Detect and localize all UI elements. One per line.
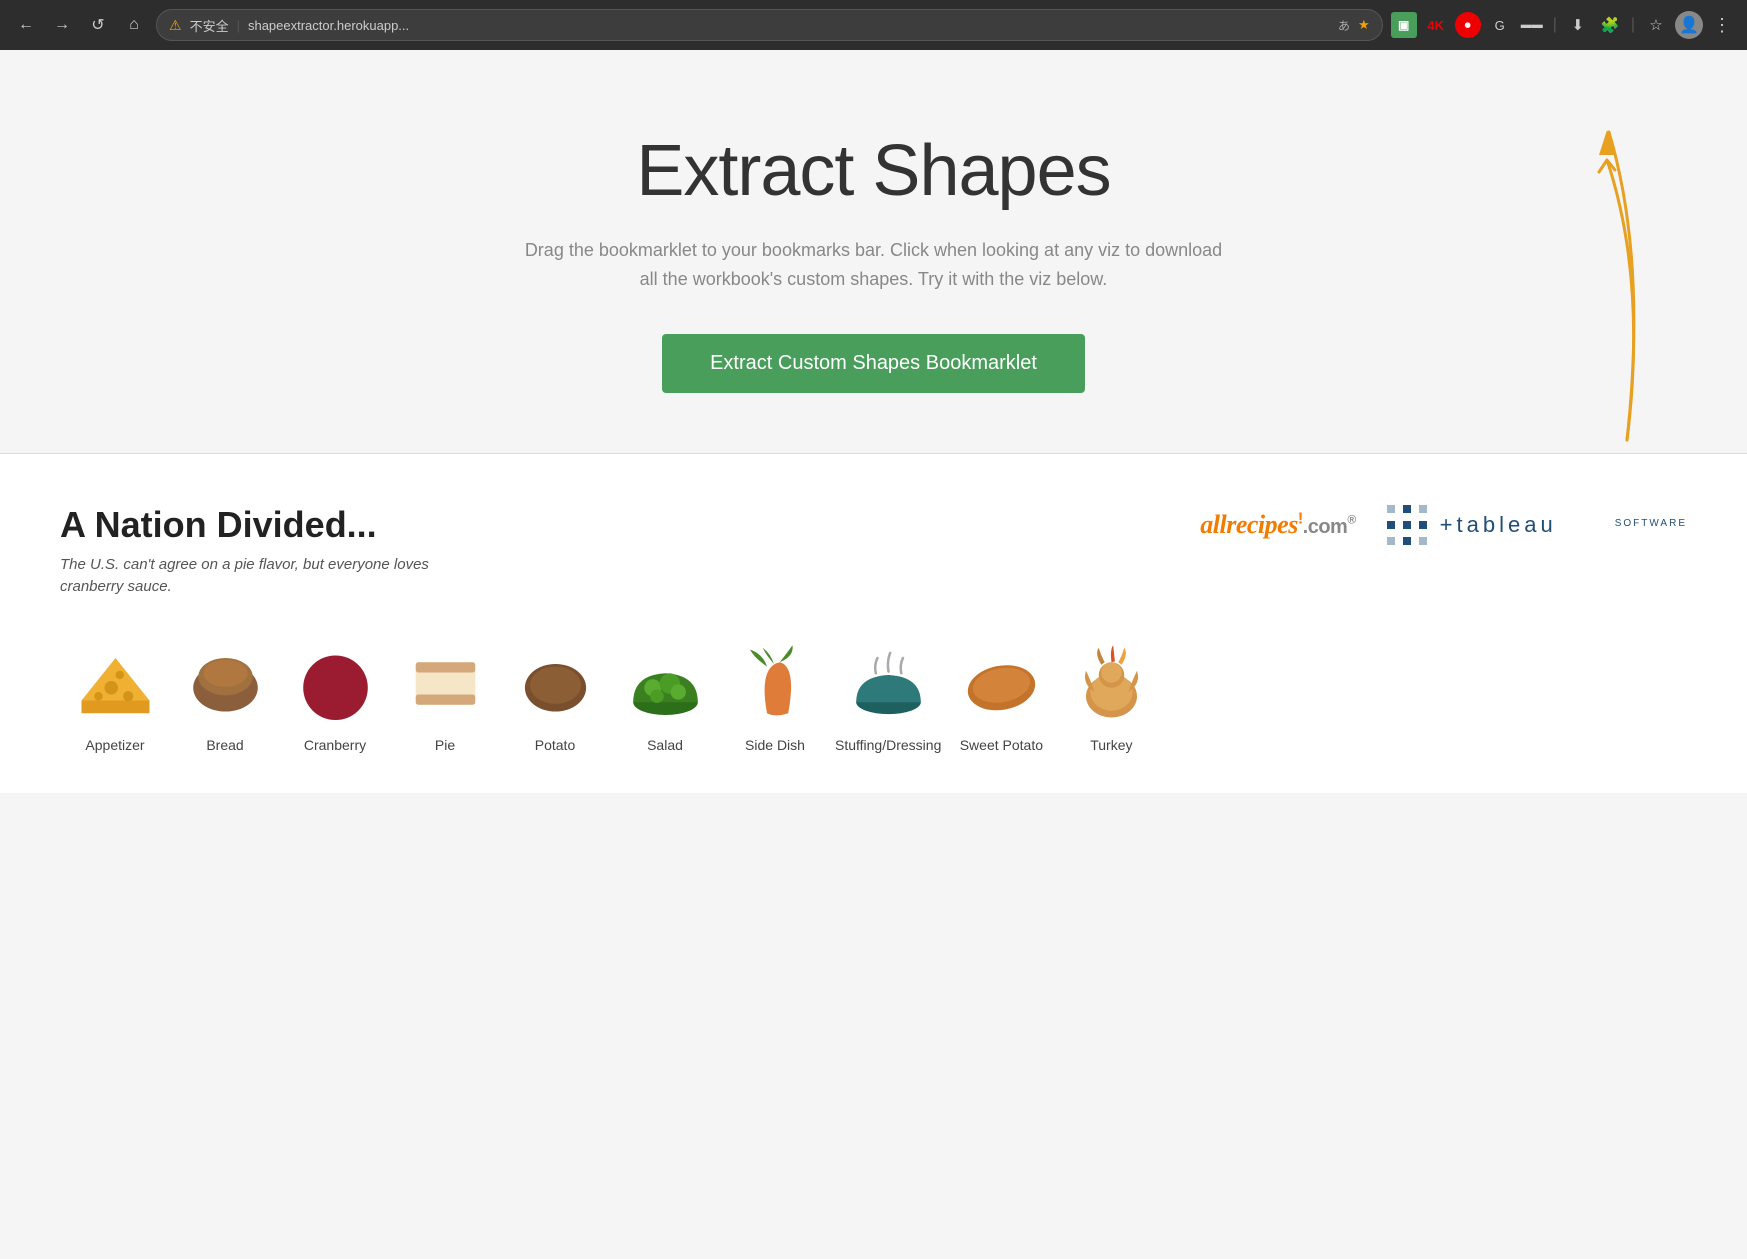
reload-button[interactable]: ↺ — [84, 11, 112, 39]
extension-icon-5[interactable]: ▬▬ — [1519, 12, 1545, 38]
food-icon-carrot — [730, 639, 820, 729]
forward-button[interactable]: → — [48, 11, 76, 39]
food-label: Salad — [647, 737, 683, 753]
food-icon-sweetpotato — [956, 639, 1046, 729]
back-button[interactable]: ← — [12, 11, 40, 39]
food-label: Bread — [206, 737, 243, 753]
food-item-pie[interactable]: Pie — [390, 639, 500, 753]
food-icon-bread — [180, 639, 270, 729]
food-icon-stuffing — [843, 639, 933, 729]
food-icon-turkey — [1066, 639, 1156, 729]
food-icon-pie — [400, 639, 490, 729]
extension-icon-2[interactable]: 4K — [1423, 12, 1449, 38]
extension-icon-3[interactable]: ⏺ — [1455, 12, 1481, 38]
viz-title-block: A Nation Divided... The U.S. can't agree… — [60, 504, 480, 599]
food-label: Stuffing/Dressing — [835, 737, 941, 753]
logos-block: allrecipes!.com® — [1200, 504, 1687, 546]
allrecipes-logo: allrecipes!.com® — [1200, 509, 1355, 540]
menu-icon[interactable]: ⋮ — [1709, 12, 1735, 38]
viz-header: A Nation Divided... The U.S. can't agree… — [60, 504, 1687, 599]
address-bar[interactable]: ⚠ 不安全 | shapeextractor.herokuapp... あ ★ — [156, 9, 1383, 41]
browser-chrome: ← → ↺ ⌂ ⚠ 不安全 | shapeextractor.herokuapp… — [0, 0, 1747, 50]
food-label: Side Dish — [745, 737, 805, 753]
warning-text: 不安全 — [190, 16, 229, 35]
user-avatar[interactable]: 👤 — [1675, 11, 1703, 39]
url-text: shapeextractor.herokuapp... — [248, 18, 1330, 33]
food-label: Potato — [535, 737, 575, 753]
food-label: Cranberry — [304, 737, 366, 753]
food-item-bread[interactable]: Bread — [170, 639, 280, 753]
bookmarklet-button[interactable]: Extract Custom Shapes Bookmarklet — [662, 334, 1085, 393]
food-label: Sweet Potato — [960, 737, 1043, 753]
food-label: Pie — [435, 737, 455, 753]
food-item-salad[interactable]: Salad — [610, 639, 720, 753]
food-icon-potato — [510, 639, 600, 729]
food-item-cranberry[interactable]: Cranberry — [280, 639, 390, 753]
viz-title: A Nation Divided... — [60, 504, 480, 546]
food-icon-salad — [620, 639, 710, 729]
food-item-sweet-potato[interactable]: Sweet Potato — [946, 639, 1056, 753]
tableau-logo: +tableau SOFTWARE — [1386, 504, 1687, 546]
home-button[interactable]: ⌂ — [120, 11, 148, 39]
security-warning-icon: ⚠ — [169, 17, 182, 34]
extension-icon-4[interactable]: G — [1487, 12, 1513, 38]
food-icon-cranberry — [290, 639, 380, 729]
food-item-appetizer[interactable]: Appetizer — [60, 639, 170, 753]
viz-section: A Nation Divided... The U.S. can't agree… — [0, 454, 1747, 793]
food-icons-row: Appetizer Bread Cranberry Pie Potato Sala… — [60, 639, 1687, 753]
food-label: Turkey — [1090, 737, 1132, 753]
favorites-icon[interactable]: ☆ — [1643, 12, 1669, 38]
food-icon-cheese — [70, 639, 160, 729]
hero-section: Extract Shapes Drag the bookmarklet to y… — [0, 50, 1747, 453]
download-icon[interactable]: ⬇ — [1565, 12, 1591, 38]
extensions-icon[interactable]: 🧩 — [1597, 12, 1623, 38]
food-item-turkey[interactable]: Turkey — [1056, 639, 1166, 753]
food-item-stuffing-dressing[interactable]: Stuffing/Dressing — [830, 639, 946, 753]
page-title: Extract Shapes — [40, 130, 1707, 212]
extension-icon-1[interactable]: ▣ — [1391, 12, 1417, 38]
food-label: Appetizer — [85, 737, 144, 753]
food-item-side-dish[interactable]: Side Dish — [720, 639, 830, 753]
food-item-potato[interactable]: Potato — [500, 639, 610, 753]
browser-toolbar-icons: ▣ 4K ⏺ G ▬▬ | ⬇ 🧩 | ☆ 👤 ⋮ — [1391, 11, 1735, 39]
viz-subtitle: The U.S. can't agree on a pie flavor, bu… — [60, 554, 480, 599]
page-content: Extract Shapes Drag the bookmarklet to y… — [0, 50, 1747, 1259]
hero-subtitle: Drag the bookmarklet to your bookmarks b… — [524, 236, 1224, 294]
